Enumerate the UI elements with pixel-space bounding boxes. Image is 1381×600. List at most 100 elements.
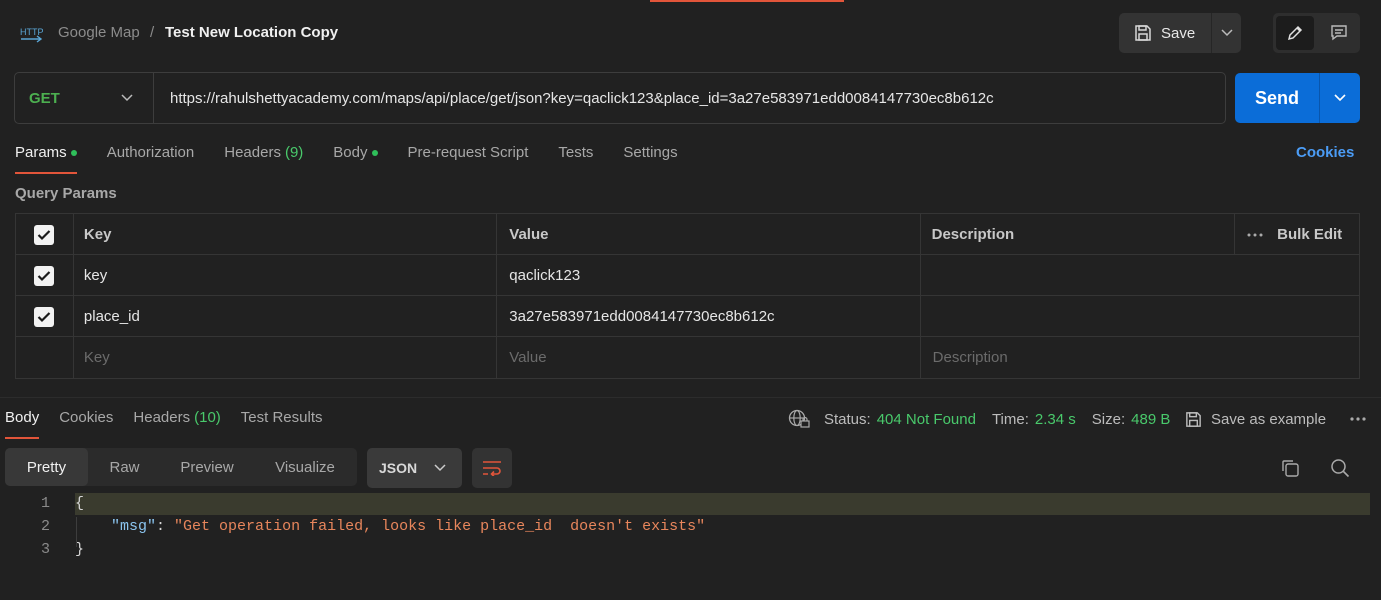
tab-authorization[interactable]: Authorization [107,144,195,174]
tab-label: Headers [133,409,191,426]
param-key-cell[interactable]: place_id [74,296,498,337]
cookies-link[interactable]: Cookies [1296,144,1354,161]
pencil-icon [1287,25,1303,41]
tab-response-headers[interactable]: Headers (10) [133,409,220,439]
svg-text:HTTP: HTTP [20,27,43,37]
active-dot [371,150,378,156]
save-icon [1186,411,1201,427]
copy-icon[interactable] [1280,458,1300,478]
save-icon [1135,25,1151,41]
wrap-icon [483,461,501,476]
edit-mode-button[interactable] [1276,16,1314,50]
code-line: 3 } [0,538,1381,561]
save-options-button[interactable] [1211,13,1241,53]
format-label: JSON [379,460,418,476]
table-row: place_id 3a27e583971edd0084147730ec8b612… [16,296,1359,337]
new-key-input[interactable]: Key [74,337,498,378]
view-tab-visualize[interactable]: Visualize [253,448,357,486]
wrap-lines-button[interactable] [472,448,512,488]
tab-headers[interactable]: Headers (9) [224,144,303,174]
check-icon [38,270,51,281]
row-checkbox[interactable] [34,265,55,286]
bulk-edit-area: Bulk Edit [1235,214,1359,255]
table-header-row: Key Value Description Bulk Edit [16,214,1359,255]
url-input[interactable] [154,73,1225,123]
save-label: Save [1161,24,1196,42]
code-text: } [75,541,85,558]
breadcrumb-collection[interactable]: Google Map [58,24,140,41]
more-options-icon[interactable] [1349,410,1367,428]
response-view-tabs: Pretty Raw Preview Visualize [5,448,357,486]
globe-lock-icon[interactable] [788,409,810,429]
json-colon: : [156,518,175,535]
tab-response-body[interactable]: Body [5,409,40,439]
bulk-edit-button[interactable]: Bulk Edit [1277,226,1342,243]
save-as-example-button[interactable]: Save as example [1184,408,1326,430]
panel-divider[interactable] [0,397,1381,398]
send-options-button[interactable] [1319,73,1360,123]
select-all-checkbox[interactable] [34,224,55,245]
send-button[interactable]: Send [1235,73,1319,123]
column-header-value: Value [497,214,921,255]
json-string: "Get operation failed, looks like place_… [174,518,706,535]
tab-pre-request-script[interactable]: Pre-request Script [408,144,529,174]
breadcrumb-separator: / [150,24,155,41]
more-options-icon[interactable] [1247,233,1263,237]
table-row: key qaclick123 [16,255,1359,296]
json-key: "msg" [111,518,157,535]
send-button-group: Send [1235,73,1360,123]
comments-button[interactable] [1317,13,1360,53]
status-value[interactable]: 404 Not Found [877,411,976,428]
tab-tests[interactable]: Tests [558,144,593,174]
tab-test-results[interactable]: Test Results [241,409,323,439]
tab-response-cookies[interactable]: Cookies [59,409,113,439]
tab-settings[interactable]: Settings [623,144,677,174]
response-tabs: Body Cookies Headers (10) Test Results [5,409,323,439]
view-tab-preview[interactable]: Preview [161,448,253,486]
view-mode-toggle [1273,13,1360,53]
active-dot [70,150,77,156]
chevron-down-icon [1334,94,1346,102]
url-bar: GET [14,72,1226,124]
param-description-cell[interactable] [921,296,1359,337]
view-tab-raw[interactable]: Raw [88,448,161,486]
format-select[interactable]: JSON [367,448,462,488]
request-header: HTTP Google Map / Test New Location Copy… [0,0,1381,64]
tab-body[interactable]: Body [333,144,378,174]
chevron-down-icon [434,464,446,472]
search-icon[interactable] [1330,458,1350,478]
size-value[interactable]: 489 B [1131,411,1170,428]
tab-label: Params [15,144,67,161]
column-header-description: Description [921,214,1236,255]
row-checkbox[interactable] [34,306,55,327]
tab-label: Test Results [240,409,323,426]
comment-icon [1330,25,1347,41]
new-value-input[interactable]: Value [497,337,921,378]
table-row-new: Key Value Description [16,337,1359,378]
save-button[interactable]: Save [1119,13,1211,53]
code-line: 2 "msg": "Get operation failed, looks li… [0,515,1381,538]
check-icon [38,229,51,240]
view-tab-pretty[interactable]: Pretty [5,448,88,486]
chevron-down-icon [121,94,133,102]
tab-label: Cookies [59,409,114,426]
save-as-example-label: Save as example [1211,410,1327,428]
tab-label: Body [333,144,368,161]
param-key-cell[interactable]: key [74,255,498,296]
method-select[interactable]: GET [15,73,154,123]
request-name[interactable]: Test New Location Copy [165,24,338,41]
line-number: 3 [40,541,50,558]
time-value[interactable]: 2.34 s [1035,411,1076,428]
response-headers-count: (10) [194,409,221,426]
response-body-code[interactable]: 1 { 2 "msg": "Get operation failed, look… [0,492,1381,561]
new-description-input[interactable]: Description [921,337,1359,378]
param-description-cell[interactable] [921,255,1359,296]
line-number: 2 [40,518,50,535]
param-value-cell[interactable]: qaclick123 [497,255,921,296]
tab-params[interactable]: Params [15,144,77,174]
code-line: 1 { [0,492,1381,515]
tab-label: Body [5,409,40,426]
method-label: GET [29,89,60,107]
tab-label: Settings [623,144,678,161]
param-value-cell[interactable]: 3a27e583971edd0084147730ec8b612c [497,296,921,337]
